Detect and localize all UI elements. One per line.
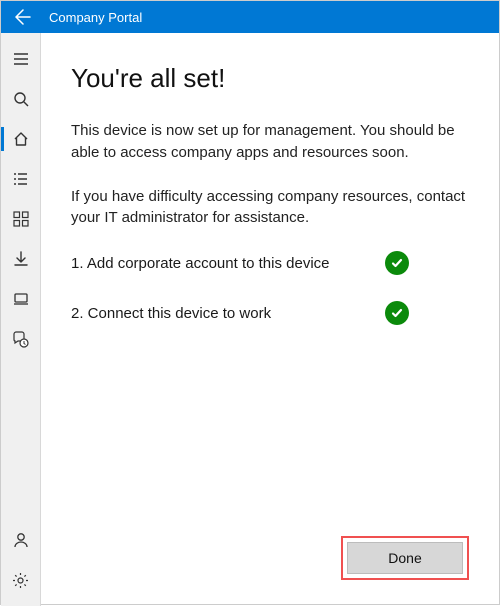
sidebar-item-person[interactable] [1, 520, 41, 560]
sidebar [1, 33, 41, 606]
sidebar-item-apps[interactable] [1, 199, 41, 239]
download-icon [13, 251, 29, 267]
setup-step-label: 1. Add corporate account to this device [71, 255, 330, 272]
sidebar-item-list[interactable] [1, 159, 41, 199]
done-button[interactable]: Done [347, 542, 463, 574]
settings-icon [12, 572, 29, 589]
sidebar-item-search[interactable] [1, 79, 41, 119]
device-icon [13, 291, 29, 307]
sidebar-item-download[interactable] [1, 239, 41, 279]
main-content: You're all set! This device is now set u… [41, 33, 499, 606]
intro-paragraph-2: If you have difficulty accessing company… [71, 186, 469, 230]
status-badge [385, 251, 409, 275]
checkmark-icon [390, 306, 404, 320]
intro-paragraph-1: This device is now set up for management… [71, 120, 469, 164]
menu-icon [13, 51, 29, 67]
sidebar-item-settings[interactable] [1, 560, 41, 600]
sidebar-item-device[interactable] [1, 279, 41, 319]
list-icon [13, 171, 29, 187]
highlight-box: Done [341, 536, 469, 580]
setup-step-row: 2. Connect this device to work [71, 301, 469, 325]
apps-icon [13, 211, 29, 227]
sidebar-item-support[interactable] [1, 319, 41, 359]
footer: Done [71, 536, 469, 586]
status-badge [385, 301, 409, 325]
back-icon [15, 9, 31, 25]
support-icon [12, 331, 29, 348]
setup-step-label: 2. Connect this device to work [71, 305, 271, 322]
titlebar: Company Portal [1, 1, 499, 33]
sidebar-item-menu[interactable] [1, 39, 41, 79]
search-icon [13, 91, 29, 107]
person-icon [13, 532, 29, 548]
checkmark-icon [390, 256, 404, 270]
back-button[interactable] [9, 3, 37, 31]
sidebar-item-home[interactable] [1, 119, 41, 159]
page-heading: You're all set! [71, 63, 469, 94]
setup-step-row: 1. Add corporate account to this device [71, 251, 469, 275]
home-icon [13, 131, 29, 147]
app-title: Company Portal [49, 10, 142, 25]
